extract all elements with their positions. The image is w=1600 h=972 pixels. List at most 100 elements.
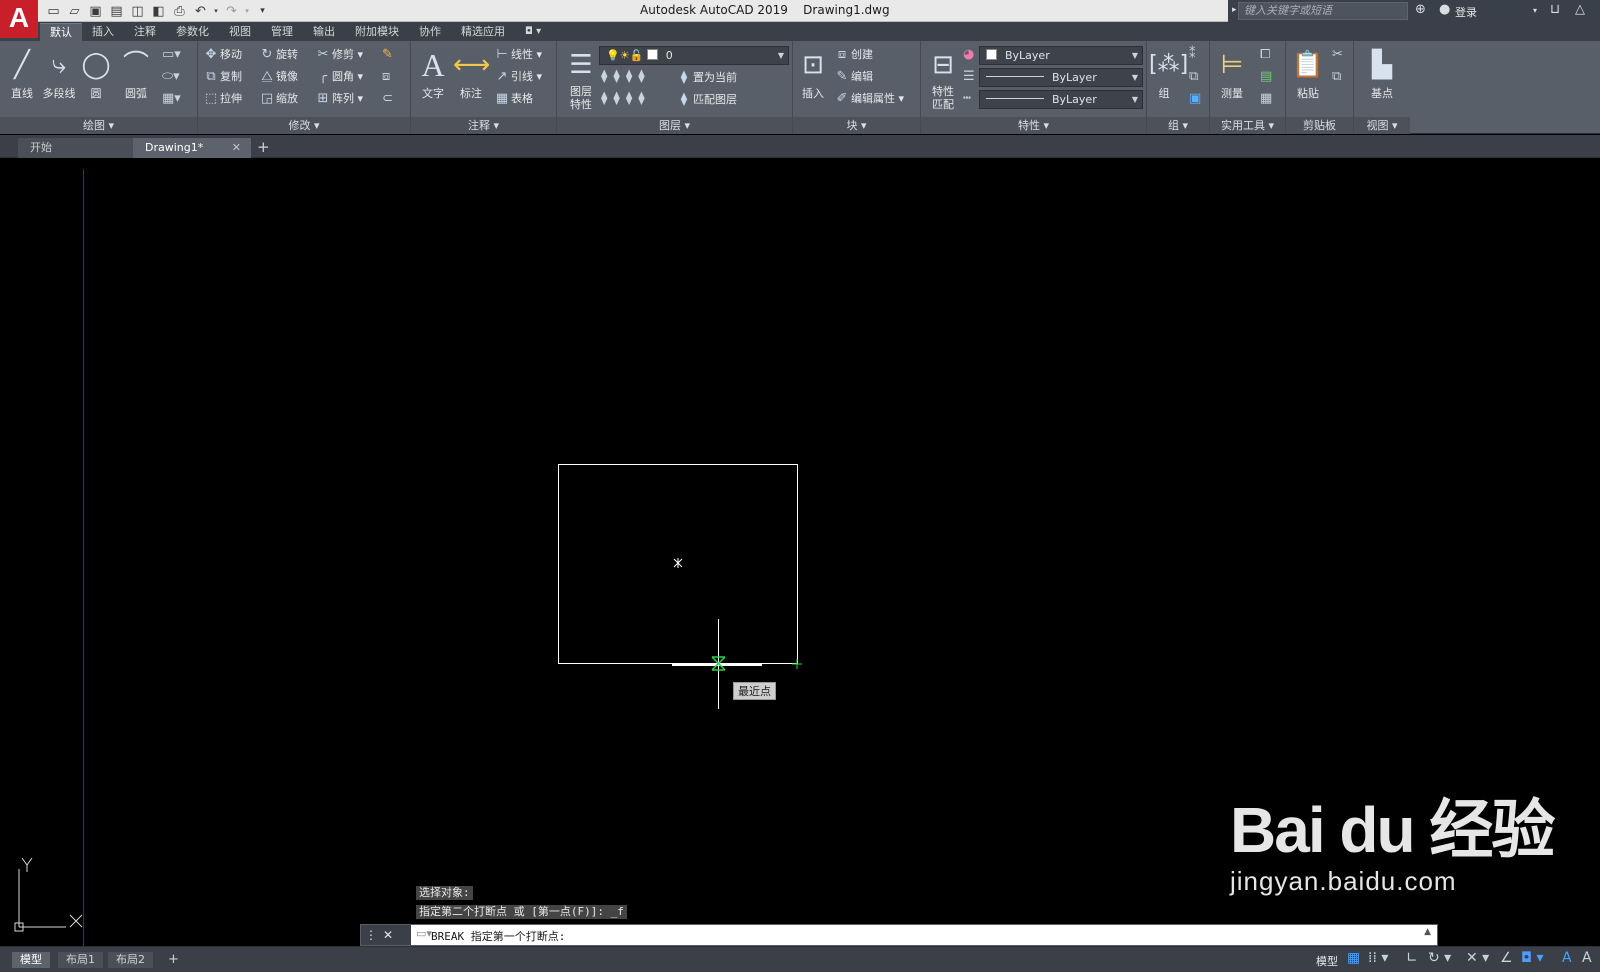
open-web-icon[interactable]: ◫ [128, 2, 147, 20]
layer-properties-button[interactable]: ☰ 图层特性 [561, 45, 601, 111]
polyline-button[interactable]: ⤷ 多段线 [41, 45, 77, 101]
arc-button[interactable]: ⌒ 圆弧 [118, 45, 154, 101]
trim-button[interactable]: ✂ 修剪 ▾ [314, 45, 363, 65]
layout-tab-model[interactable]: 模型 [12, 952, 50, 968]
annotation-scale-icon[interactable]: A [1562, 950, 1572, 966]
panel-modify-title[interactable]: 修改 ▾ [198, 117, 410, 134]
make-current-button[interactable]: ⧫ 置为当前 [675, 68, 737, 88]
match-properties-button[interactable]: ⊟ 特性匹配 [925, 45, 961, 111]
offset-icon[interactable]: ⊂ [382, 91, 393, 106]
explode-icon[interactable]: ⧈ [382, 69, 390, 84]
tab-featured-apps[interactable]: 精选应用 [451, 23, 515, 41]
a360-icon[interactable]: △ [1575, 2, 1585, 17]
copy-button[interactable]: ⧉ 复制 [202, 67, 242, 87]
lineweight-dropdown[interactable]: ByLayer ▼ [979, 90, 1143, 109]
color-dropdown[interactable]: ByLayer ▼ [979, 46, 1143, 65]
application-menu-button[interactable]: A [0, 0, 38, 38]
isodraft-icon[interactable]: ✕ ▾ [1466, 950, 1489, 966]
undo-icon[interactable]: ↶ [191, 2, 210, 20]
command-prompt[interactable]: BREAK 指定第一个打断点: [431, 928, 565, 944]
tab-parametric[interactable]: 参数化 [166, 23, 219, 41]
panel-clipboard-title[interactable]: 剪贴板 [1286, 117, 1353, 134]
panel-group-title[interactable]: 组 ▾ [1147, 117, 1209, 134]
group-button[interactable]: [⁂] 组 [1149, 45, 1188, 101]
select-all-icon[interactable]: ▤ [1260, 69, 1272, 84]
user-icon[interactable]: ● [1439, 2, 1450, 17]
history-scroll-icon[interactable]: ▲ [1424, 927, 1431, 937]
close-icon[interactable]: ✕ [232, 138, 241, 157]
tab-view[interactable]: 视图 [219, 23, 261, 41]
panel-properties-title[interactable]: 特性 ▾ [921, 117, 1146, 134]
save-web-icon[interactable]: ◧ [149, 2, 168, 20]
new-file-icon[interactable]: ▭ [44, 2, 63, 20]
cut-icon[interactable]: ✂ [1332, 47, 1343, 62]
redo-dropdown-icon[interactable]: ▾ [243, 2, 251, 20]
table-button[interactable]: ▦ 表格 [493, 89, 533, 109]
edit-block-button[interactable]: ✎ 编辑 [833, 67, 873, 87]
panel-block-title[interactable]: 块 ▾ [793, 117, 920, 134]
tab-annotate[interactable]: 注释 [124, 23, 166, 41]
binoculars-icon[interactable]: ⊕ [1415, 2, 1426, 17]
linetype-icon[interactable]: ┅ [963, 91, 971, 106]
tab-home[interactable]: 默认 [40, 23, 82, 41]
add-layout-icon[interactable]: + [160, 952, 187, 968]
group-edit-icon[interactable]: ⧉ [1189, 69, 1198, 84]
color-wheel-icon[interactable]: ◕ [963, 47, 974, 62]
layout-tab-layout2[interactable]: 布局2 [108, 952, 153, 968]
customize-toolbar-icon[interactable]: ▾ [253, 2, 272, 20]
rotate-button[interactable]: ↻ 旋转 [258, 45, 298, 65]
panel-draw-title[interactable]: 绘图 ▾ [0, 117, 197, 134]
recent-commands-icon[interactable]: ▭▾ [416, 927, 432, 940]
quick-select-icon[interactable]: ⧠ [1260, 47, 1270, 62]
calculator-icon[interactable]: ▦ [1260, 91, 1272, 106]
grip-icon[interactable]: ⋮ [365, 928, 383, 942]
cart-icon[interactable]: ⊔ [1550, 2, 1560, 17]
model-space-toggle[interactable]: 模型 [1316, 953, 1338, 969]
tab-collaborate[interactable]: 协作 [409, 23, 451, 41]
lineweight-icon[interactable]: ☰ [963, 69, 975, 84]
search-input[interactable]: 键入关键字或短语 [1238, 2, 1408, 20]
paste-button[interactable]: 📋 粘贴 [1290, 45, 1326, 101]
text-button[interactable]: A 文字 [415, 45, 451, 101]
mirror-button[interactable]: ⧋ 镜像 [258, 67, 298, 87]
search-expand-icon[interactable]: ▸ [1232, 5, 1237, 15]
ortho-icon[interactable]: ∟ [1406, 950, 1418, 966]
fillet-button[interactable]: ╭ 圆角 ▾ [314, 67, 363, 87]
command-line[interactable]: ⋮✕🔧 ▭▾ BREAK 指定第一个打断点: ▲ [360, 924, 1438, 962]
ribbon-display-toggle-icon[interactable]: ◘ ▾ [515, 23, 551, 41]
layer-tools-row1-icon[interactable]: ⧫⧫⧫⧫ [601, 69, 651, 84]
group-select-icon[interactable]: ▣ [1189, 91, 1201, 106]
tab-manage[interactable]: 管理 [261, 23, 303, 41]
login-dropdown-icon[interactable]: ▾ [1533, 6, 1537, 15]
object-snap-icon[interactable]: ◘ ▾ [1521, 950, 1544, 966]
scale-button[interactable]: ◲ 缩放 [258, 89, 298, 109]
add-tab-icon[interactable]: + [257, 140, 270, 155]
linear-button[interactable]: ⊢ 线性 ▾ [493, 45, 542, 65]
rectangle-icon[interactable]: ▭▾ [162, 47, 181, 62]
hatch-icon[interactable]: ▦▾ [162, 91, 181, 106]
layer-dropdown[interactable]: 💡☀🔓 0 ▼ [599, 46, 789, 65]
undo-dropdown-icon[interactable]: ▾ [212, 2, 220, 20]
panel-utilities-title[interactable]: 实用工具 ▾ [1210, 117, 1285, 134]
erase-icon[interactable]: ✎ [382, 47, 393, 62]
base-view-button[interactable]: ▙ 基点 [1364, 45, 1400, 101]
ellipse-icon[interactable]: ⬭▾ [162, 69, 180, 84]
measure-button[interactable]: ⊨ 测量 [1214, 45, 1250, 101]
login-link[interactable]: 登录 [1455, 4, 1477, 20]
copy-clip-icon[interactable]: ⧉ [1332, 69, 1341, 84]
open-folder-icon[interactable]: ▱ [65, 2, 84, 20]
leader-button[interactable]: ↗ 引线 ▾ [493, 67, 542, 87]
array-button[interactable]: ⊞ 阵列 ▾ [314, 89, 363, 109]
tab-drawing1[interactable]: Drawing1* ✕ [133, 138, 251, 158]
grid-icon[interactable]: ▦ [1347, 950, 1360, 966]
match-layer-button[interactable]: ⧫ 匹配图层 [675, 90, 737, 110]
panel-view-title[interactable]: 视图 ▾ [1354, 117, 1410, 134]
dimension-button[interactable]: ⟷ 标注 [453, 45, 490, 101]
insert-button[interactable]: ⊡ 插入 [795, 45, 831, 101]
close-icon[interactable]: ✕ [383, 928, 399, 942]
circle-button[interactable]: ◯ 圆 [78, 45, 114, 101]
redo-icon[interactable]: ↷ [222, 2, 241, 20]
plot-icon[interactable]: ⎙ [170, 2, 189, 20]
object-snap-tracking-icon[interactable]: ∠ [1500, 950, 1513, 966]
line-button[interactable]: ╱ 直线 [4, 45, 40, 101]
